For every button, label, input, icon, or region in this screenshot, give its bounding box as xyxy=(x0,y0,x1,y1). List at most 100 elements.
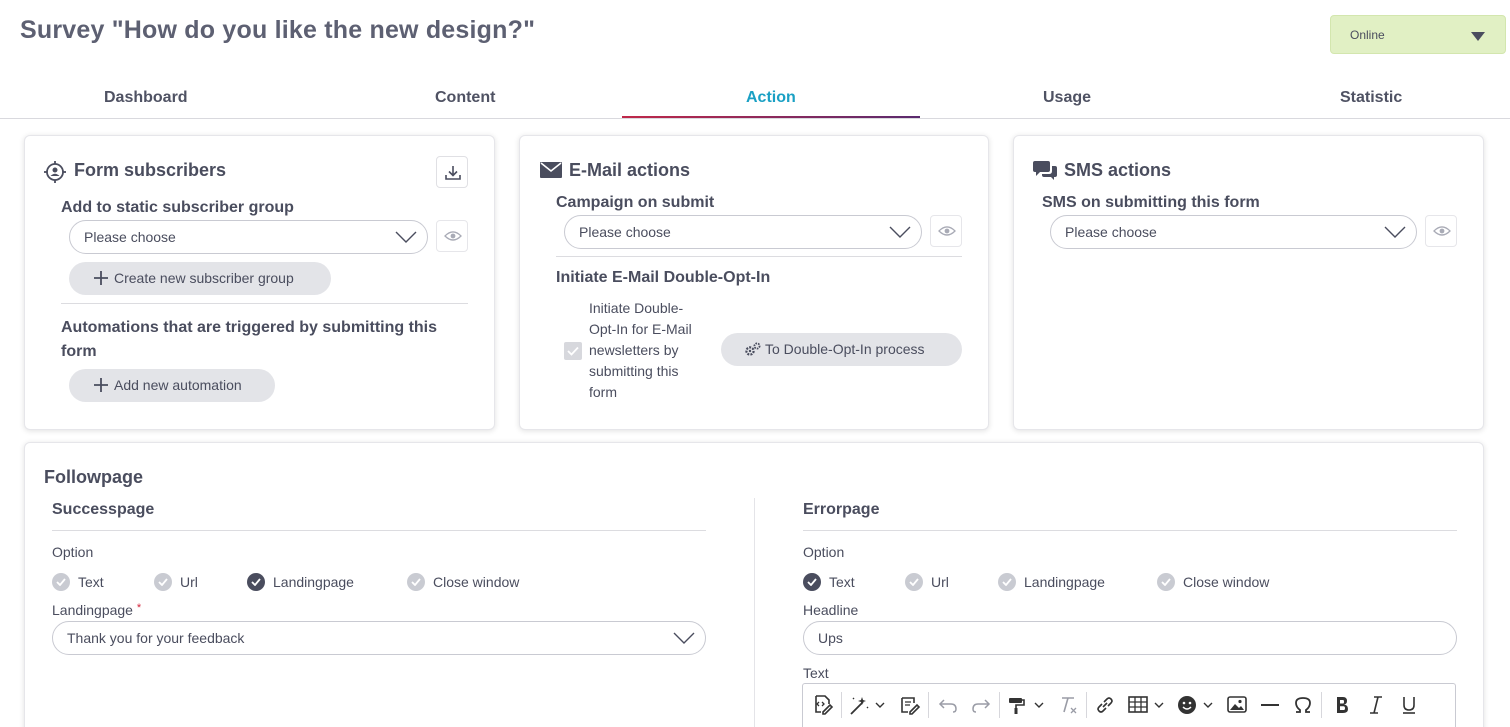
magic-wand-icon[interactable] xyxy=(849,694,885,716)
headline-label: Headline xyxy=(803,602,859,618)
toolbar-separator xyxy=(841,692,842,718)
emoji-icon[interactable] xyxy=(1177,694,1213,716)
source-edit-icon[interactable] xyxy=(812,694,834,716)
error-option-url[interactable]: Url xyxy=(905,573,949,591)
success-option-close-window[interactable]: Close window xyxy=(407,573,519,591)
option-label: Url xyxy=(931,574,949,590)
download-icon xyxy=(445,166,461,180)
radio-check-icon xyxy=(154,573,172,591)
underline-icon[interactable] xyxy=(1398,694,1420,716)
eye-icon xyxy=(938,226,956,236)
landingpage-select[interactable]: Thank you for your feedback xyxy=(52,621,706,655)
divider xyxy=(61,303,468,304)
eye-icon xyxy=(444,231,462,241)
option-label: Url xyxy=(180,574,198,590)
clear-format-icon[interactable] xyxy=(1057,694,1079,716)
radio-check-icon xyxy=(1157,573,1175,591)
subscriber-group-select[interactable]: Please choose xyxy=(69,220,428,254)
select-value: Thank you for your feedback xyxy=(67,630,245,646)
divider xyxy=(803,530,1457,531)
plus-icon xyxy=(94,378,108,392)
add-automation-label: Add new automation xyxy=(114,377,242,393)
tab-content[interactable]: Content xyxy=(435,89,495,107)
landingpage-label-text: Landingpage xyxy=(52,602,133,618)
special-characters-icon[interactable] xyxy=(1292,694,1314,716)
page-title: Survey "How do you like the new design?" xyxy=(20,16,536,44)
create-subscriber-group-button[interactable]: Create new subscriber group xyxy=(69,262,331,295)
italic-icon[interactable] xyxy=(1365,694,1387,716)
radio-check-icon xyxy=(998,573,1016,591)
table-icon[interactable] xyxy=(1128,694,1164,716)
input-value: Ups xyxy=(818,630,843,646)
preview-campaign-button[interactable] xyxy=(930,215,962,247)
radio-check-icon xyxy=(52,573,70,591)
double-opt-in-process-button[interactable]: To Double-Opt-In process xyxy=(721,333,962,366)
horizontal-line-icon[interactable] xyxy=(1259,694,1281,716)
headline-input[interactable]: Ups xyxy=(803,621,1457,655)
tab-usage[interactable]: Usage xyxy=(1043,89,1091,107)
campaign-label: Campaign on submit xyxy=(556,194,715,211)
radio-check-icon xyxy=(905,573,923,591)
toolbar-separator xyxy=(1086,692,1087,718)
eye-icon xyxy=(1433,226,1451,236)
plus-icon xyxy=(94,271,108,285)
add-automation-button[interactable]: Add new automation xyxy=(69,369,275,402)
tab-dashboard[interactable]: Dashboard xyxy=(104,89,188,107)
success-option-url[interactable]: Url xyxy=(154,573,198,591)
doi-button-label: To Double-Opt-In process xyxy=(765,341,925,357)
download-button[interactable] xyxy=(436,156,468,188)
sms-select[interactable]: Please choose xyxy=(1050,215,1417,249)
toolbar-separator xyxy=(1321,692,1322,718)
template-edit-icon[interactable] xyxy=(899,694,921,716)
status-select[interactable]: Online xyxy=(1330,15,1506,54)
error-option-close-window[interactable]: Close window xyxy=(1157,573,1269,591)
error-option-text[interactable]: Text xyxy=(803,573,855,591)
tab-action[interactable]: Action xyxy=(746,89,796,107)
caret-down-icon xyxy=(1471,32,1485,41)
success-option-text[interactable]: Text xyxy=(52,573,104,591)
link-icon[interactable] xyxy=(1094,694,1116,716)
undo-icon[interactable] xyxy=(937,694,959,716)
create-group-label: Create new subscriber group xyxy=(114,270,294,286)
form-subscribers-title: Form subscribers xyxy=(74,160,227,180)
option-label: Landingpage xyxy=(273,574,354,590)
landingpage-label: Landingpage * xyxy=(52,602,141,618)
campaign-select[interactable]: Please choose xyxy=(564,215,922,249)
chevron-down-icon xyxy=(1384,226,1406,238)
chevron-down-icon xyxy=(673,632,695,644)
bold-icon[interactable] xyxy=(1331,694,1353,716)
chevron-down-icon xyxy=(395,231,417,243)
sms-chat-icon xyxy=(1033,159,1057,186)
redo-icon[interactable] xyxy=(970,694,992,716)
preview-sms-button[interactable] xyxy=(1425,215,1457,247)
toolbar-separator xyxy=(999,692,1000,718)
success-option-landingpage[interactable]: Landingpage xyxy=(247,573,354,591)
text-label: Text xyxy=(803,665,829,681)
select-value: Please choose xyxy=(84,229,176,245)
paint-roller-icon[interactable] xyxy=(1006,694,1046,716)
divider xyxy=(556,256,962,257)
preview-group-button[interactable] xyxy=(436,220,468,252)
select-value: Please choose xyxy=(1065,224,1157,240)
automations-label: Automations that are triggered by submit… xyxy=(61,319,438,360)
error-option-landingpage[interactable]: Landingpage xyxy=(998,573,1105,591)
image-icon[interactable] xyxy=(1226,694,1248,716)
active-tab-indicator xyxy=(622,116,920,118)
cogs-icon xyxy=(745,342,761,356)
sms-actions-card: SMS actions SMS on submitting this form … xyxy=(1013,135,1484,430)
error-option-label: Option xyxy=(803,544,845,560)
sms-actions-title: SMS actions xyxy=(1064,160,1172,180)
option-label: Close window xyxy=(433,574,520,590)
successpage-title: Successpage xyxy=(52,501,155,518)
doi-checkbox[interactable] xyxy=(564,342,582,360)
tab-statistic[interactable]: Statistic xyxy=(1340,89,1402,107)
option-label: Landingpage xyxy=(1024,574,1105,590)
envelope-icon xyxy=(540,162,562,183)
option-label: Close window xyxy=(1183,574,1270,590)
option-label: Text xyxy=(829,574,855,590)
errorpage-title: Errorpage xyxy=(803,501,880,518)
radio-check-icon xyxy=(247,573,265,591)
status-value: Online xyxy=(1350,28,1385,42)
followpage-title: Followpage xyxy=(44,467,143,487)
column-divider xyxy=(754,498,755,727)
